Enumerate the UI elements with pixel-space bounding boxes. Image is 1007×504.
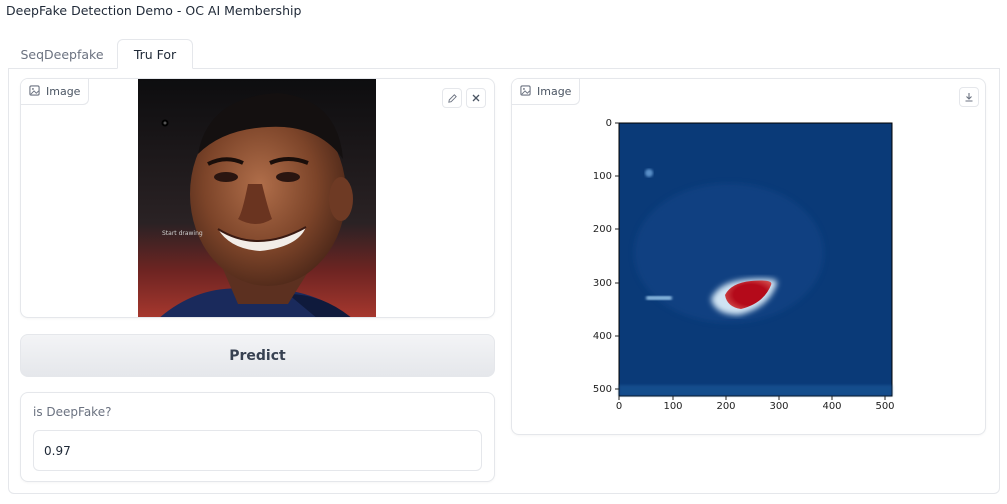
output-value-field[interactable]: 0.97 (33, 430, 482, 471)
predict-button[interactable]: Predict (20, 334, 495, 377)
y-tick-100: 100 (593, 171, 612, 182)
deepfake-output-box: is DeepFake? 0.97 (20, 392, 495, 482)
output-image-label-text: Image (537, 85, 572, 98)
y-tick-200: 200 (593, 224, 612, 235)
overlay-text: Start drawing (162, 230, 203, 237)
x-tick-100: 100 (663, 401, 682, 412)
y-tick-0: 0 (606, 118, 612, 129)
edit-pencil-icon[interactable] (442, 88, 462, 108)
heatmap-plot: 0 100 200 300 400 500 0 100 200 300 400 … (593, 118, 895, 412)
tab-bar: SeqDeepfake Tru For (8, 39, 1000, 69)
y-tick-500: 500 (593, 384, 612, 395)
input-image-label-text: Image (46, 85, 81, 98)
x-tick-400: 400 (822, 401, 841, 412)
x-axis-ticks: 0 100 200 300 400 500 (616, 401, 895, 412)
image-icon (29, 84, 40, 99)
output-image-label: Image (512, 79, 581, 105)
download-icon[interactable] (959, 87, 979, 107)
image-icon (520, 84, 531, 99)
heatmap-streak (646, 296, 672, 300)
output-label: is DeepFake? (33, 405, 112, 419)
x-tick-200: 200 (716, 401, 735, 412)
input-image-box[interactable]: Start drawing Image (20, 78, 495, 318)
y-axis-ticks: 0 100 200 300 400 500 (593, 118, 612, 395)
close-icon[interactable] (466, 88, 486, 108)
input-image-label: Image (21, 79, 90, 105)
tab-tru-for[interactable]: Tru For (117, 39, 193, 69)
y-tick-400: 400 (593, 331, 612, 342)
app-title: DeepFake Detection Demo - OC AI Membersh… (6, 3, 302, 18)
y-tick-300: 300 (593, 278, 612, 289)
output-image-box[interactable]: Image 0 100 200 300 400 500 0 100 200 30… (511, 78, 986, 435)
x-tick-0: 0 (616, 401, 622, 412)
tab-seqdeepfake[interactable]: SeqDeepfake (8, 39, 116, 69)
x-tick-500: 500 (875, 401, 894, 412)
x-tick-300: 300 (769, 401, 788, 412)
heatmap-spot (645, 169, 653, 177)
input-photo (138, 79, 376, 317)
